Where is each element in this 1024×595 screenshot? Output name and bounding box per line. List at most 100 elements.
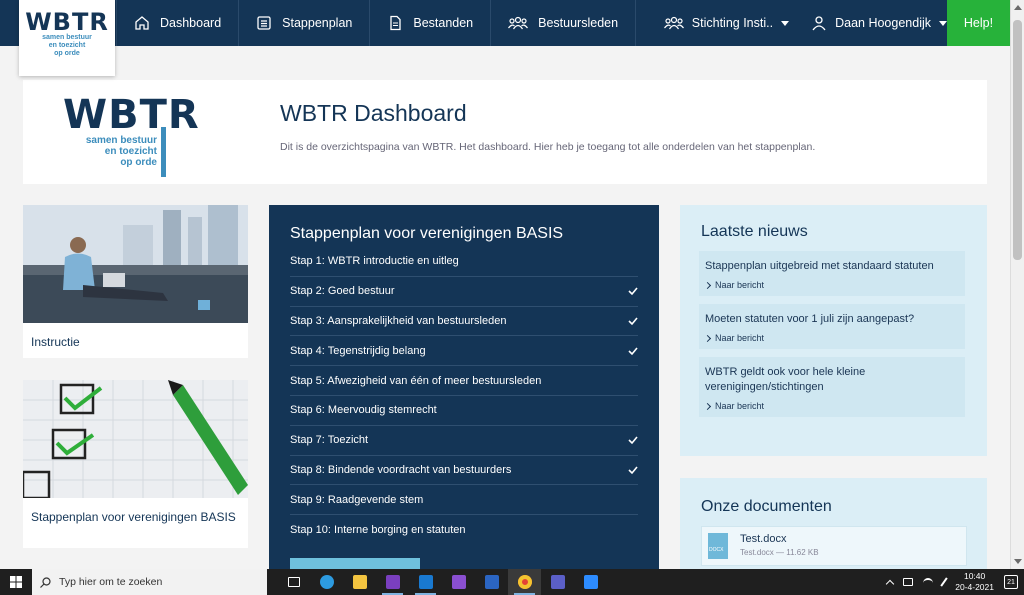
news-item[interactable]: Stappenplan uitgebreid met standaard sta… (699, 251, 965, 296)
checklist-image (23, 380, 248, 498)
page-scrollbar[interactable] (1010, 0, 1024, 569)
news-panel: Laatste nieuws Stappenplan uitgebreid me… (680, 205, 987, 456)
chevron-right-icon (703, 334, 712, 342)
page-title: WBTR Dashboard (280, 100, 467, 126)
step-label: Stap 4: Tegenstrijdig belang (290, 344, 426, 357)
news-item-title: Moeten statuten voor 1 juli zijn aangepa… (705, 313, 915, 325)
checkmark-icon (628, 466, 638, 475)
document-meta: Test.docx — 11.62 KB (740, 548, 819, 557)
logo-text: WBTR (63, 92, 200, 138)
nav-bestuursleden[interactable]: Bestuursleden (491, 0, 637, 46)
scroll-up-icon[interactable] (1014, 5, 1022, 10)
news-item[interactable]: WBTR geldt ook voor hele kleine verenigi… (699, 357, 965, 417)
news-item-link[interactable]: Naar bericht (703, 401, 959, 411)
step-label: Stap 7: Toezicht (290, 434, 369, 447)
stappenplan-title: Stappenplan voor verenigingen BASIS (290, 225, 564, 242)
onenote-icon[interactable] (442, 569, 475, 595)
checkmark-icon (628, 436, 638, 445)
file-explorer-icon[interactable] (343, 569, 376, 595)
user-icon (812, 16, 826, 31)
news-item-link[interactable]: Naar bericht (703, 333, 959, 343)
step-label: Stap 5: Afwezigheid van één of meer best… (290, 374, 542, 387)
word-icon[interactable] (475, 569, 508, 595)
clock-time: 10:40 (963, 571, 986, 581)
logo-tagline-3: op orde (120, 157, 157, 168)
start-button[interactable] (0, 569, 32, 595)
speaker-icon[interactable] (903, 578, 914, 586)
documents-title: Onze documenten (701, 498, 832, 515)
chrome-icon[interactable] (508, 569, 541, 595)
nav-dashboard-label: Dashboard (160, 16, 222, 30)
taskbar-apps (277, 569, 607, 595)
checkmark-icon (628, 347, 638, 355)
step-row[interactable]: Stap 10: Interne borging en statuten (290, 515, 638, 545)
nav-stappenplan-label: Stappenplan (282, 16, 353, 30)
docx-icon-label: DOCX (709, 547, 724, 553)
step-row[interactable]: Stap 3: Aansprakelijkheid van bestuursle… (290, 307, 638, 337)
instruction-card[interactable]: Instructie (23, 205, 248, 358)
outlook-icon[interactable] (409, 569, 442, 595)
stappenplan-button[interactable] (290, 558, 420, 569)
step-row[interactable]: Stap 7: Toezicht (290, 426, 638, 456)
document-item[interactable]: DOCX Test.docx Test.docx — 11.62 KB (701, 526, 967, 566)
teams-icon[interactable] (541, 569, 574, 595)
news-link-label: Naar bericht (715, 401, 765, 411)
logo-tagline-1: samen bestuur (42, 34, 92, 41)
step-row[interactable]: Stap 2: Goed bestuur (290, 277, 638, 307)
users-icon (508, 16, 529, 30)
task-view-icon[interactable] (277, 569, 310, 595)
step-row[interactable]: Stap 8: Bindende voordracht van bestuurd… (290, 456, 638, 486)
file-icon (390, 15, 402, 31)
scroll-down-icon[interactable] (1014, 559, 1022, 564)
chevron-down-icon (781, 20, 790, 26)
nav-bestanden[interactable]: Bestanden (370, 0, 492, 46)
wbtr-logo: WBTR samen bestuur en toezicht op orde (63, 92, 213, 177)
nav-right: Stichting Insti.. Daan Hoogendijk (663, 0, 947, 46)
step-label: Stap 3: Aansprakelijkheid van bestuursle… (290, 314, 507, 327)
nav-dashboard[interactable]: Dashboard (116, 0, 240, 46)
step-row[interactable]: Stap 1: WBTR introductie en uitleg (290, 247, 638, 277)
news-item-link[interactable]: Naar bericht (703, 280, 959, 290)
stappenplan-card-label: Stappenplan voor verenigingen BASIS (31, 510, 236, 524)
chevron-up-icon[interactable] (885, 579, 895, 588)
logo-bar (161, 127, 166, 177)
step-row[interactable]: Stap 9: Raadgevende stem (290, 485, 638, 516)
user-name: Daan Hoogendijk (835, 16, 931, 30)
logo-tagline-3: op orde (54, 50, 80, 57)
nav-stappenplan[interactable]: Stappenplan (239, 0, 371, 46)
step-label: Stap 8: Bindende voordracht van bestuurd… (290, 463, 512, 476)
step-label: Stap 10: Interne borging en statuten (290, 524, 466, 537)
stappenplan-card[interactable]: Stappenplan voor verenigingen BASIS (23, 380, 248, 548)
nav-logo[interactable]: WBTR samen bestuur en toezicht op orde (19, 0, 115, 76)
zoom-icon[interactable] (574, 569, 607, 595)
stappenplan-panel: Stappenplan voor verenigingen BASIS Stap… (269, 205, 659, 569)
instruction-image (23, 205, 248, 323)
top-navbar: Dashboard Stappenplan Bestanden Bestuurs… (0, 0, 1010, 46)
step-row[interactable]: Stap 6: Meervoudig stemrecht (290, 396, 638, 426)
step-label: Stap 2: Goed bestuur (290, 285, 395, 298)
news-item[interactable]: Moeten statuten voor 1 juli zijn aangepa… (699, 304, 965, 349)
news-item-title: Stappenplan uitgebreid met standaard sta… (705, 260, 934, 272)
scroll-thumb[interactable] (1013, 20, 1022, 260)
search-icon (40, 576, 51, 588)
notification-icon[interactable]: 21 (1004, 575, 1018, 589)
chevron-right-icon (703, 402, 712, 410)
user-dropdown[interactable]: Daan Hoogendijk (811, 15, 947, 31)
onenote-icon[interactable] (376, 569, 409, 595)
news-title: Laatste nieuws (701, 223, 808, 240)
help-button[interactable]: Help! (947, 0, 1010, 46)
news-link-label: Naar bericht (715, 280, 765, 290)
checkmark-icon (628, 317, 638, 326)
system-tray: 10:40 20-4-2021 21 (885, 569, 1024, 595)
organization-dropdown[interactable]: Stichting Insti.. (663, 15, 790, 31)
step-row[interactable]: Stap 4: Tegenstrijdig belang (290, 336, 638, 367)
logo-text: WBTR (25, 8, 109, 36)
pen-icon[interactable] (940, 577, 948, 587)
edge-icon[interactable] (310, 569, 343, 595)
logo-tagline-2: en toezicht (104, 146, 157, 157)
step-row[interactable]: Stap 5: Afwezigheid van één of meer best… (290, 366, 638, 396)
clock[interactable]: 10:40 20-4-2021 (955, 571, 994, 593)
step-label: Stap 9: Raadgevende stem (290, 493, 424, 506)
taskbar-search[interactable]: Typ hier om te zoeken (32, 569, 267, 595)
wifi-icon[interactable] (923, 578, 934, 586)
